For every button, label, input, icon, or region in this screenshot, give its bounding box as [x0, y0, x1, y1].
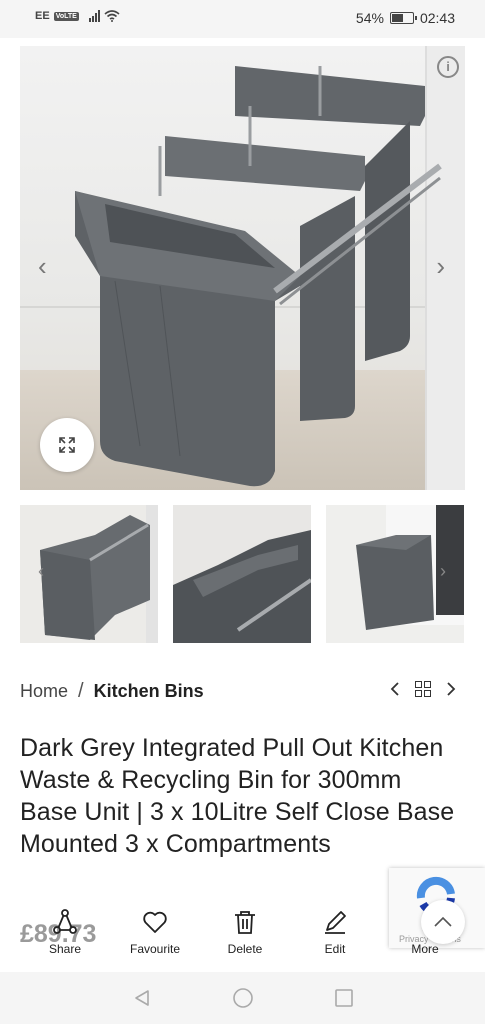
grid-icon[interactable]: [415, 681, 431, 697]
thumbnail-1-arrow[interactable]: ‹: [38, 561, 44, 582]
edit-button[interactable]: Edit: [290, 908, 380, 966]
expand-icon: [59, 437, 75, 453]
delete-button[interactable]: Delete: [200, 908, 290, 966]
breadcrumb: Home / Kitchen Bins: [20, 680, 204, 703]
chevron-up-icon: [434, 916, 452, 927]
status-left: EE VoLTE: [35, 10, 120, 22]
breadcrumb-separator: /: [78, 680, 84, 702]
wifi-icon: [104, 10, 120, 22]
share-icon: [53, 909, 77, 934]
breadcrumb-current[interactable]: Kitchen Bins: [94, 681, 204, 702]
volte-badge: VoLTE: [53, 11, 79, 21]
status-bar: EE VoLTE 54% 02:43: [0, 0, 485, 38]
trash-icon: [235, 911, 255, 934]
favourite-label: Favourite: [129, 942, 181, 956]
heart-icon: [143, 911, 167, 933]
system-nav-bar: [0, 972, 485, 1024]
info-icon[interactable]: i: [437, 56, 459, 78]
next-product-icon[interactable]: [445, 681, 457, 697]
edit-label: Edit: [324, 942, 346, 956]
breadcrumb-home[interactable]: Home: [20, 681, 68, 702]
back-icon[interactable]: [132, 988, 152, 1008]
home-icon[interactable]: [232, 987, 254, 1009]
thumbnail-2[interactable]: [173, 505, 311, 643]
more-label: More: [411, 942, 439, 956]
thumbnail-strip: ‹ ›: [20, 505, 465, 643]
action-bar: Share Favourite Delete Edit More: [20, 908, 470, 966]
thumbnail-1[interactable]: ‹: [20, 505, 158, 643]
battery-fill: [391, 14, 403, 22]
bin-illustration: [75, 66, 442, 487]
battery-icon: [389, 12, 417, 24]
main-product-image[interactable]: ‹ › i: [20, 46, 465, 490]
clock: 02:43: [419, 10, 455, 26]
prev-image-arrow[interactable]: ‹: [38, 251, 47, 282]
next-image-arrow[interactable]: ›: [436, 251, 445, 282]
share-button[interactable]: Share: [20, 908, 110, 966]
product-pager: [389, 681, 457, 697]
pencil-icon: [325, 911, 346, 934]
status-right: 54% 02:43: [356, 10, 455, 26]
battery-percent: 54%: [355, 10, 384, 26]
thumbnail-2-image: [173, 505, 311, 643]
favourite-button[interactable]: Favourite: [110, 908, 200, 966]
expand-image-button[interactable]: [40, 418, 94, 472]
recents-icon[interactable]: [334, 988, 354, 1008]
product-title: Dark Grey Integrated Pull Out Kitchen Wa…: [20, 734, 455, 858]
thumbnail-3-arrow[interactable]: ›: [440, 561, 446, 582]
delete-label: Delete: [227, 942, 263, 956]
signal-icon: [88, 10, 100, 22]
scroll-to-top-button[interactable]: [421, 900, 465, 944]
thumbnail-3[interactable]: ›: [326, 505, 464, 643]
prev-product-icon[interactable]: [389, 681, 401, 697]
carrier-label: EE: [35, 10, 50, 22]
share-label: Share: [48, 942, 82, 956]
